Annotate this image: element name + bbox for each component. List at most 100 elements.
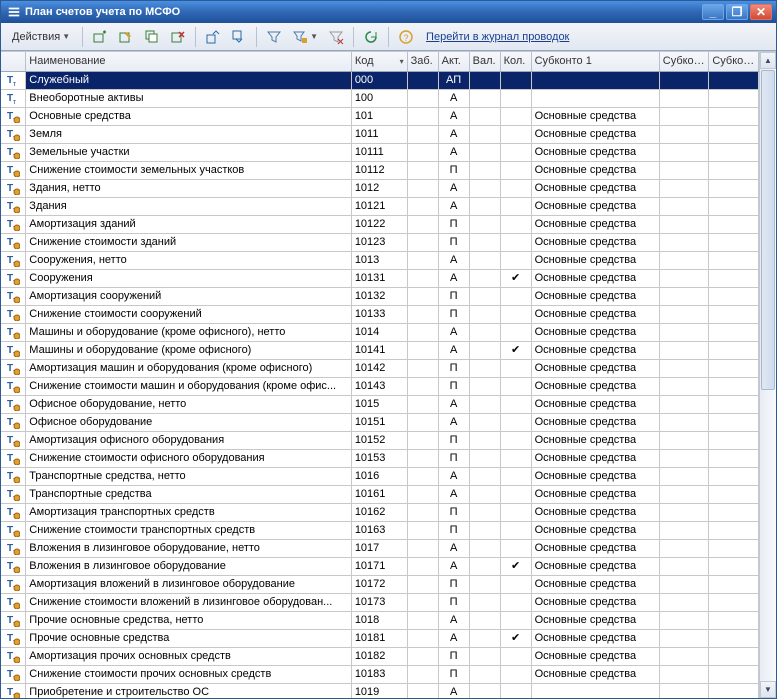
table-row[interactable]: TтЗдания, нетто1012АОсновные средства — [1, 179, 759, 197]
header-sub3[interactable]: Субкон... — [709, 52, 759, 71]
table-row[interactable]: TтАмортизация прочих основных средств101… — [1, 647, 759, 665]
edit-button[interactable] — [114, 26, 138, 48]
chevron-down-icon: ▼ — [62, 32, 70, 41]
close-button[interactable]: ✕ — [750, 4, 772, 20]
table-row[interactable]: TтСнижение стоимости земельных участков1… — [1, 161, 759, 179]
accounts-grid[interactable]: Наименование Код▾ Заб. Акт. Вал. Кол. Су… — [1, 52, 759, 698]
copy-button[interactable] — [140, 26, 164, 48]
header-akt[interactable]: Акт. — [438, 52, 469, 71]
cell-sub2 — [659, 593, 709, 611]
cell-sub1: Основные средства — [531, 125, 659, 143]
table-row[interactable]: TтЗемля1011АОсновные средства — [1, 125, 759, 143]
scroll-down-button[interactable]: ▼ — [760, 681, 776, 698]
header-sub1[interactable]: Субконто 1 — [531, 52, 659, 71]
filter-by-button[interactable]: ▼ — [288, 26, 322, 48]
cell-sub2 — [659, 215, 709, 233]
maximize-button[interactable]: ❐ — [726, 4, 748, 20]
cell-name: Офисное оборудование, нетто — [26, 395, 352, 413]
account-icon: Tт — [6, 109, 20, 123]
header-code[interactable]: Код▾ — [351, 52, 407, 71]
table-row[interactable]: TтСнижение стоимости вложений в лизингов… — [1, 593, 759, 611]
cell-sub1: Основные средства — [531, 629, 659, 647]
help-button[interactable]: ? — [394, 26, 418, 48]
cell-sub1: Основные средства — [531, 377, 659, 395]
cell-sub2 — [659, 305, 709, 323]
table-row[interactable]: TтОфисное оборудование, нетто1015АОсновн… — [1, 395, 759, 413]
header-kol[interactable]: Кол. — [500, 52, 531, 71]
row-icon-cell: Tт — [1, 539, 26, 557]
add-button[interactable] — [88, 26, 112, 48]
table-row[interactable]: TтВложения в лизинговое оборудование, не… — [1, 539, 759, 557]
cell-sub2 — [659, 179, 709, 197]
move-up-button[interactable] — [201, 26, 225, 48]
cell-zab — [407, 323, 438, 341]
table-row[interactable]: TтСнижение стоимости машин и оборудовани… — [1, 377, 759, 395]
table-row[interactable]: TтСлужебный000АП — [1, 71, 759, 89]
account-icon: Tт — [6, 325, 20, 339]
cell-name: Вложения в лизинговое оборудование — [26, 557, 352, 575]
cell-zab — [407, 503, 438, 521]
account-icon: Tт — [6, 505, 20, 519]
table-row[interactable]: TтСнижение стоимости офисного оборудован… — [1, 449, 759, 467]
cell-name: Амортизация вложений в лизинговое оборуд… — [26, 575, 352, 593]
vertical-scrollbar[interactable]: ▲ ▼ — [759, 52, 776, 698]
chevron-down-icon[interactable]: ▾ — [400, 54, 404, 69]
minimize-button[interactable]: _ — [702, 4, 724, 20]
cell-sub1: Основные средства — [531, 197, 659, 215]
table-row[interactable]: TтАмортизация сооружений10132ПОсновные с… — [1, 287, 759, 305]
app-window: План счетов учета по МСФО _ ❐ ✕ Действия… — [0, 0, 777, 699]
move-down-button[interactable] — [227, 26, 251, 48]
header-zab[interactable]: Заб. — [407, 52, 438, 71]
cell-zab — [407, 233, 438, 251]
header-val[interactable]: Вал. — [469, 52, 500, 71]
table-row[interactable]: TтВнеоборотные активы100А — [1, 89, 759, 107]
header-icon[interactable] — [1, 52, 26, 71]
row-icon-cell: Tт — [1, 449, 26, 467]
account-icon: Tт — [6, 73, 20, 87]
table-row[interactable]: TтСнижение стоимости сооружений10133ПОсн… — [1, 305, 759, 323]
scroll-thumb[interactable] — [761, 70, 775, 390]
table-row[interactable]: TтПрочие основные средства10181А✔Основны… — [1, 629, 759, 647]
table-row[interactable]: TтВложения в лизинговое оборудование1017… — [1, 557, 759, 575]
journal-link[interactable]: Перейти в журнал проводок — [426, 31, 569, 43]
filter-button[interactable] — [262, 26, 286, 48]
toolbar-separator — [256, 27, 257, 47]
cell-sub2 — [659, 647, 709, 665]
table-row[interactable]: TтСнижение стоимости зданий10123ПОсновны… — [1, 233, 759, 251]
actions-menu[interactable]: Действия ▼ — [5, 26, 77, 48]
table-row[interactable]: TтАмортизация офисного оборудования10152… — [1, 431, 759, 449]
table-row[interactable]: TтАмортизация зданий10122ПОсновные средс… — [1, 215, 759, 233]
table-row[interactable]: TтТранспортные средства10161АОсновные ср… — [1, 485, 759, 503]
cell-code: 10143 — [351, 377, 407, 395]
cell-kol — [500, 125, 531, 143]
header-sub2[interactable]: Субкон... — [659, 52, 709, 71]
table-row[interactable]: TтСооружения, нетто1013АОсновные средств… — [1, 251, 759, 269]
table-row[interactable]: TтПрочие основные средства, нетто1018АОс… — [1, 611, 759, 629]
table-row[interactable]: TтМашины и оборудование (кроме офисного)… — [1, 341, 759, 359]
filter-clear-button[interactable] — [324, 26, 348, 48]
table-row[interactable]: TтАмортизация вложений в лизинговое обор… — [1, 575, 759, 593]
account-icon: Tт — [6, 667, 20, 681]
scroll-track[interactable] — [760, 391, 776, 681]
refresh-button[interactable] — [359, 26, 383, 48]
header-name[interactable]: Наименование — [26, 52, 352, 71]
cell-code: 10172 — [351, 575, 407, 593]
cell-val — [469, 575, 500, 593]
table-row[interactable]: TтМашины и оборудование (кроме офисного)… — [1, 323, 759, 341]
table-row[interactable]: TтЗдания10121АОсновные средства — [1, 197, 759, 215]
table-row[interactable]: TтОфисное оборудование10151АОсновные сре… — [1, 413, 759, 431]
table-row[interactable]: TтЗемельные участки10111АОсновные средст… — [1, 143, 759, 161]
table-row[interactable]: TтСооружения10131А✔Основные средства — [1, 269, 759, 287]
table-row[interactable]: TтАмортизация машин и оборудования (кром… — [1, 359, 759, 377]
table-row[interactable]: TтСнижение стоимости транспортных средст… — [1, 521, 759, 539]
table-row[interactable]: TтПриобретение и строительство ОС1019А — [1, 683, 759, 698]
scroll-up-button[interactable]: ▲ — [760, 52, 776, 69]
table-row[interactable]: TтОсновные средства101АОсновные средства — [1, 107, 759, 125]
cell-name: Внеоборотные активы — [26, 89, 352, 107]
table-row[interactable]: TтСнижение стоимости прочих основных сре… — [1, 665, 759, 683]
delete-button[interactable] — [166, 26, 190, 48]
table-row[interactable]: TтТранспортные средства, нетто1016АОснов… — [1, 467, 759, 485]
cell-code: 10141 — [351, 341, 407, 359]
table-row[interactable]: TтАмортизация транспортных средств10162П… — [1, 503, 759, 521]
cell-sub1: Основные средства — [531, 593, 659, 611]
